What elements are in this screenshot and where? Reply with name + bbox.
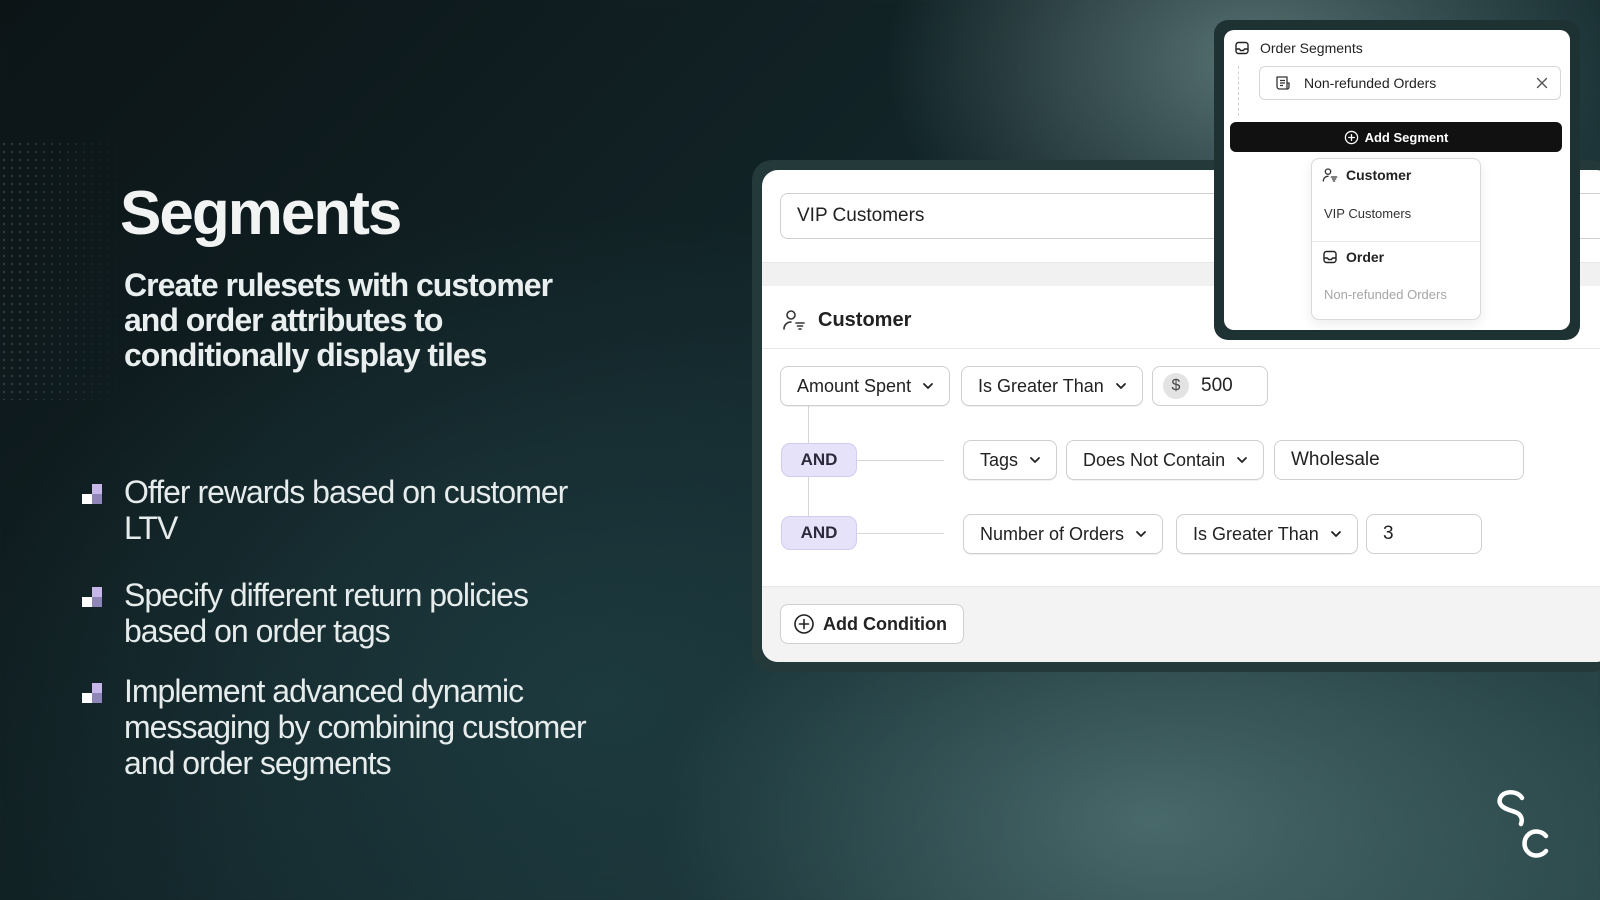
attribute-select-number-of-orders[interactable]: Number of Orders [963, 514, 1164, 554]
page-title: Segments [120, 179, 402, 248]
tree-dashed-line [1238, 66, 1239, 116]
dropdown-item-vip-customers[interactable]: VIP Customers [1324, 206, 1411, 221]
connector-line [846, 460, 944, 461]
select-label: Number of Orders [980, 523, 1125, 544]
feature-item: Offer rewards based on customer LTV [80, 474, 600, 546]
feature-list: Offer rewards based on customer LTV Spec… [80, 474, 600, 781]
feature-text: Offer rewards based on customer LTV [124, 474, 568, 546]
pixel-bullet-icon [82, 484, 102, 504]
field-value: 500 [1201, 375, 1233, 396]
feature-item: Implement advanced dynamic messaging by … [80, 673, 600, 781]
button-label: Add Segment [1364, 129, 1449, 145]
plus-circle-icon [1344, 130, 1358, 144]
dropdown-item-non-refunded-orders[interactable]: Non-refunded Orders [1324, 287, 1447, 302]
group-heading: Order [1346, 249, 1385, 265]
customer-filter-icon [1322, 168, 1338, 182]
connector-line [846, 533, 944, 534]
customer-filter-icon [783, 310, 805, 330]
add-segment-button[interactable]: Add Segment [1230, 122, 1562, 152]
feature-text: Implement advanced dynamic messaging by … [124, 673, 587, 781]
plus-circle-icon [794, 614, 814, 634]
dropdown-divider [1312, 241, 1480, 242]
attribute-select-tags[interactable]: Tags [963, 440, 1058, 480]
button-label: Add Condition [823, 613, 947, 634]
add-condition-button[interactable]: Add Condition [780, 604, 964, 644]
section-divider [762, 348, 1600, 349]
feature-text: Specify different return policies based … [124, 577, 529, 649]
chevron-down-icon [1330, 531, 1341, 537]
pixel-bullet-icon [82, 587, 102, 607]
chevron-down-icon [1136, 531, 1146, 537]
segment-chip-label: Non-refunded Orders [1304, 75, 1437, 91]
field-value: 3 [1383, 523, 1394, 544]
currency-prefix: $ [1163, 373, 1189, 399]
and-connector-badge[interactable]: AND [781, 516, 857, 550]
order-segments-popup: Order Segments Non-refunded Orders Add S… [1224, 30, 1570, 330]
feature-item: Specify different return policies based … [80, 577, 600, 649]
inbox-icon [1323, 250, 1337, 264]
chevron-down-icon [1115, 383, 1126, 389]
popup-title: Order Segments [1260, 40, 1363, 56]
group-heading: Customer [1346, 167, 1412, 183]
orders-value-input[interactable]: 3 [1366, 514, 1482, 554]
section-title: Customer [818, 308, 912, 331]
dropdown-group-order: Order [1322, 249, 1384, 265]
select-label: Tags [980, 449, 1019, 470]
tags-value-input[interactable]: Wholesale [1274, 440, 1524, 480]
chevron-down-icon [1237, 457, 1247, 463]
receipt-icon [1276, 76, 1290, 90]
select-label: Does Not Contain [1083, 449, 1226, 470]
chevron-down-icon [1030, 457, 1040, 463]
sc-logo [1497, 789, 1549, 858]
segment-dropdown-menu: Customer VIP Customers Order Non-refunde… [1311, 158, 1481, 320]
inbox-icon [1235, 41, 1249, 55]
pixel-bullet-icon [82, 683, 102, 703]
field-value: Wholesale [1291, 449, 1380, 470]
selected-segment-chip[interactable]: Non-refunded Orders [1259, 66, 1561, 100]
close-icon[interactable] [1534, 75, 1550, 91]
chevron-down-icon [923, 383, 933, 389]
operator-select[interactable]: Is Greater Than [1176, 514, 1358, 554]
popup-header: Order Segments [1234, 36, 1363, 60]
select-label: Is Greater Than [978, 375, 1104, 396]
page-subtitle: Create rulesets with customer and order … [124, 267, 553, 373]
attribute-select-amount-spent[interactable]: Amount Spent [780, 366, 951, 406]
select-label: Amount Spent [797, 375, 912, 396]
dot-pattern [0, 140, 130, 400]
operator-select[interactable]: Does Not Contain [1066, 440, 1265, 480]
amount-value-input[interactable]: $ 500 [1152, 366, 1268, 406]
dropdown-group-customer: Customer [1322, 167, 1411, 183]
select-label: Is Greater Than [1193, 523, 1319, 544]
and-connector-badge[interactable]: AND [781, 443, 857, 477]
customer-section-header: Customer [782, 300, 911, 340]
operator-select[interactable]: Is Greater Than [961, 366, 1143, 406]
